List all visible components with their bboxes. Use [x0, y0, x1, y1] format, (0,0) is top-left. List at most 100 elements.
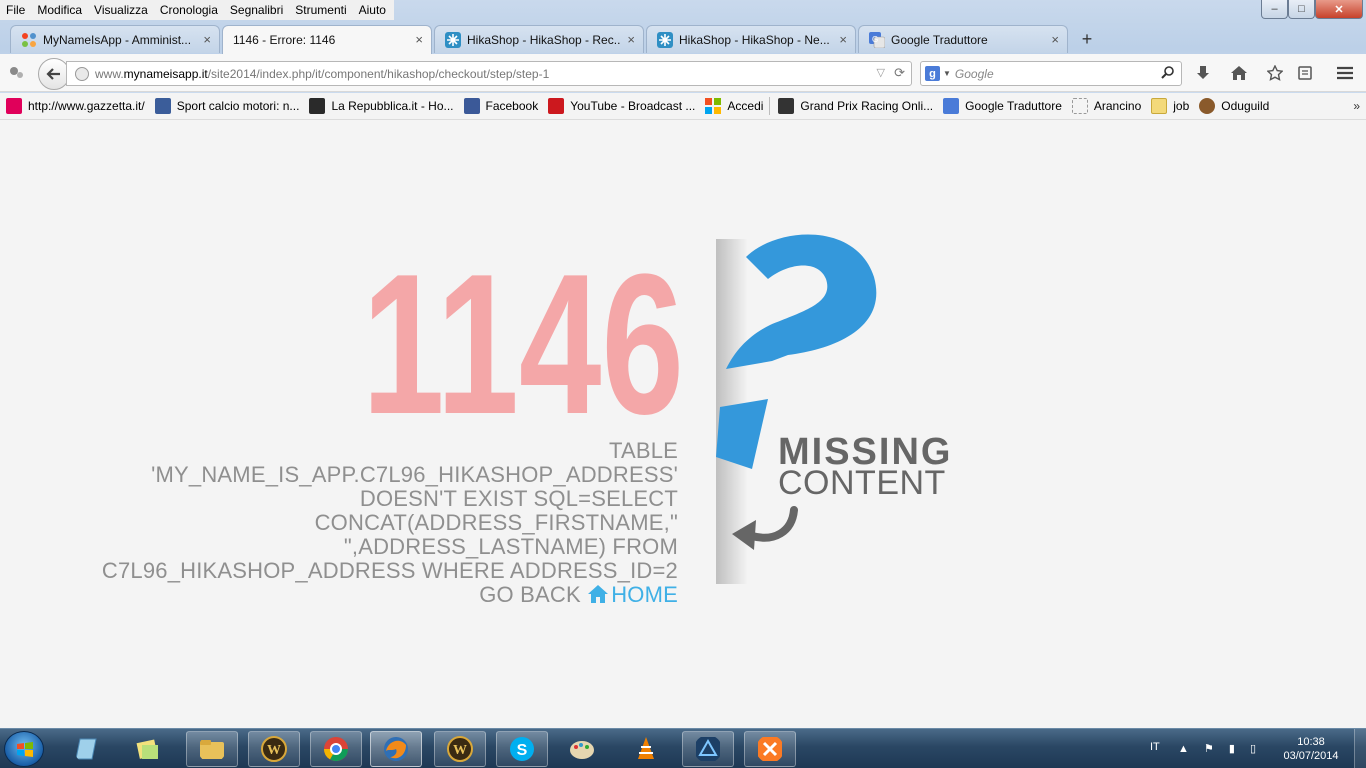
home-link-label: HOME — [611, 582, 678, 607]
wow-icon: W — [447, 736, 473, 762]
start-button[interactable] — [4, 731, 44, 767]
tab-hikashop-ne[interactable]: HikaShop - HikaShop - Ne... × — [646, 25, 856, 53]
tab-label: HikaShop - HikaShop - Ne... — [679, 32, 830, 47]
tab-close-icon[interactable]: × — [839, 32, 847, 47]
tab-error-1146[interactable]: 1146 - Errore: 1146 × — [222, 25, 432, 54]
new-tab-button[interactable]: + — [1074, 26, 1100, 52]
minimize-button[interactable]: – — [1261, 0, 1288, 19]
bookmark-label: Facebook — [485, 99, 539, 113]
taskbar-app[interactable] — [682, 731, 734, 767]
reading-list-icon[interactable] — [1294, 63, 1316, 83]
error-message: TABLE 'MY_NAME_IS_APP.C7L96_HIKASHOP_ADD… — [101, 438, 678, 583]
home-icon[interactable] — [1228, 63, 1250, 83]
bookmark-youtube[interactable]: YouTube - Broadcast ... — [548, 98, 695, 114]
menu-hamburger-icon[interactable] — [1334, 63, 1356, 83]
notes-icon — [75, 738, 97, 760]
app-icon — [696, 737, 720, 761]
bookmark-accedi[interactable]: Accedi — [705, 98, 763, 114]
downloads-icon[interactable] — [1192, 63, 1214, 83]
maximize-button[interactable]: □ — [1288, 0, 1315, 19]
bookmark-repubblica[interactable]: La Repubblica.it - Ho... — [309, 98, 454, 114]
tab-close-icon[interactable]: × — [203, 32, 211, 47]
menu-visualizza[interactable]: Visualizza — [88, 3, 154, 17]
taskbar-skype[interactable]: S — [496, 731, 548, 767]
bookmark-sport[interactable]: Sport calcio motori: n... — [154, 98, 300, 114]
show-desktop-button[interactable] — [1354, 729, 1366, 768]
bookmark-gpro[interactable]: Grand Prix Racing Onli... — [778, 98, 933, 114]
svg-text:W: W — [267, 743, 281, 758]
bookmark-arancino[interactable]: Arancino — [1071, 98, 1141, 114]
bookmark-google-traduttore[interactable]: Google Traduttore — [943, 98, 1062, 114]
google-search-engine-icon[interactable]: g — [925, 66, 940, 81]
history-dropdown-icon[interactable]: ▽ — [877, 66, 885, 79]
bookmark-gazzetta[interactable]: http://www.gazzetta.it/ — [6, 98, 145, 114]
taskbar-explorer[interactable] — [186, 731, 238, 767]
taskbar-firefox[interactable] — [370, 731, 422, 767]
xampp-icon — [758, 737, 782, 761]
content-title: CONTENT — [778, 464, 946, 502]
page-icon — [1071, 98, 1088, 114]
tab-mynameisapp[interactable]: MyNameIsApp - Amminist... × — [10, 25, 220, 53]
error-message-block: TABLE 'MY_NAME_IS_APP.C7L96_HIKASHOP_ADD… — [100, 439, 678, 607]
close-window-button[interactable]: ✕ — [1315, 0, 1363, 19]
search-input[interactable]: Google — [955, 67, 994, 81]
menu-cronologia[interactable]: Cronologia — [154, 3, 224, 17]
facebook-icon — [463, 98, 480, 114]
taskbar-notes[interactable] — [62, 731, 114, 767]
menu-aiuto[interactable]: Aiuto — [353, 3, 392, 17]
tab-close-icon[interactable]: × — [415, 32, 423, 47]
bookmark-facebook[interactable]: Facebook — [463, 98, 539, 114]
joomla-icon — [21, 32, 37, 48]
taskbar-chrome[interactable] — [310, 731, 362, 767]
home-link[interactable]: HOME — [587, 582, 678, 607]
browser-chrome: File Modifica Visualizza Cronologia Segn… — [0, 0, 1366, 120]
clock[interactable]: 10:38 03/07/2014 — [1278, 735, 1344, 763]
taskbar-sticky-notes[interactable] — [122, 731, 174, 767]
taskbar-wow[interactable]: W — [248, 731, 300, 767]
vlc-icon — [638, 737, 654, 759]
tab-close-icon[interactable]: × — [627, 32, 635, 47]
bookmark-label: Oduguild — [1221, 99, 1270, 113]
sticky-notes-icon — [136, 739, 158, 759]
skype-icon: S — [510, 737, 534, 761]
site-identity-icon[interactable] — [75, 66, 89, 81]
bookmark-separator — [769, 97, 771, 115]
tab-label: MyNameIsApp - Amminist... — [43, 32, 192, 47]
gpro-icon — [778, 98, 795, 114]
bookmark-label: Sport calcio motori: n... — [176, 99, 300, 113]
bookmark-label: Google Traduttore — [965, 99, 1062, 113]
gazzetta-icon — [6, 98, 22, 114]
bookmark-oduguild[interactable]: Oduguild — [1199, 98, 1269, 114]
system-tray-icons[interactable]: ▲ ⚑ ▮ ▯ — [1178, 742, 1262, 755]
tab-label: 1146 - Errore: 1146 — [233, 33, 336, 47]
tab-hikashop-rec[interactable]: HikaShop - HikaShop - Rec... × — [434, 25, 644, 53]
bookmark-star-icon[interactable] — [1264, 63, 1286, 83]
taskbar-vlc[interactable] — [620, 731, 672, 767]
menu-segnalibri[interactable]: Segnalibri — [224, 3, 289, 17]
bookmark-label: YouTube - Broadcast ... — [570, 99, 696, 113]
address-bar[interactable]: www.mynameisapp.it/site2014/index.php/it… — [66, 61, 912, 86]
tab-close-icon[interactable]: × — [1051, 32, 1059, 47]
microsoft-icon — [705, 98, 722, 114]
svg-text:W: W — [453, 743, 467, 758]
paint-icon — [570, 741, 594, 759]
taskbar-wow-2[interactable]: W — [434, 731, 486, 767]
menu-strumenti[interactable]: Strumenti — [289, 3, 352, 17]
engine-dropdown-icon[interactable]: ▼ — [943, 69, 951, 78]
language-indicator[interactable]: IT — [1150, 741, 1160, 753]
menu-modifica[interactable]: Modifica — [31, 3, 88, 17]
menu-bar: File Modifica Visualizza Cronologia Segn… — [0, 0, 394, 20]
menu-file[interactable]: File — [0, 3, 31, 17]
extension-icon[interactable] — [8, 64, 26, 82]
reload-icon[interactable]: ⟳ — [894, 65, 905, 81]
wow-icon: W — [261, 736, 287, 762]
bookmark-job[interactable]: job — [1151, 98, 1189, 114]
error-code-text: 1146 — [362, 251, 684, 421]
clock-date: 03/07/2014 — [1283, 750, 1339, 762]
search-icon[interactable] — [1161, 65, 1175, 82]
taskbar-xampp[interactable] — [744, 731, 796, 767]
taskbar-paint[interactable] — [556, 731, 608, 767]
search-bar[interactable]: g ▼ Google — [920, 61, 1182, 86]
bookmarks-overflow-icon[interactable]: » — [1353, 99, 1360, 113]
tab-google-traduttore[interactable]: G Google Traduttore × — [858, 25, 1068, 53]
